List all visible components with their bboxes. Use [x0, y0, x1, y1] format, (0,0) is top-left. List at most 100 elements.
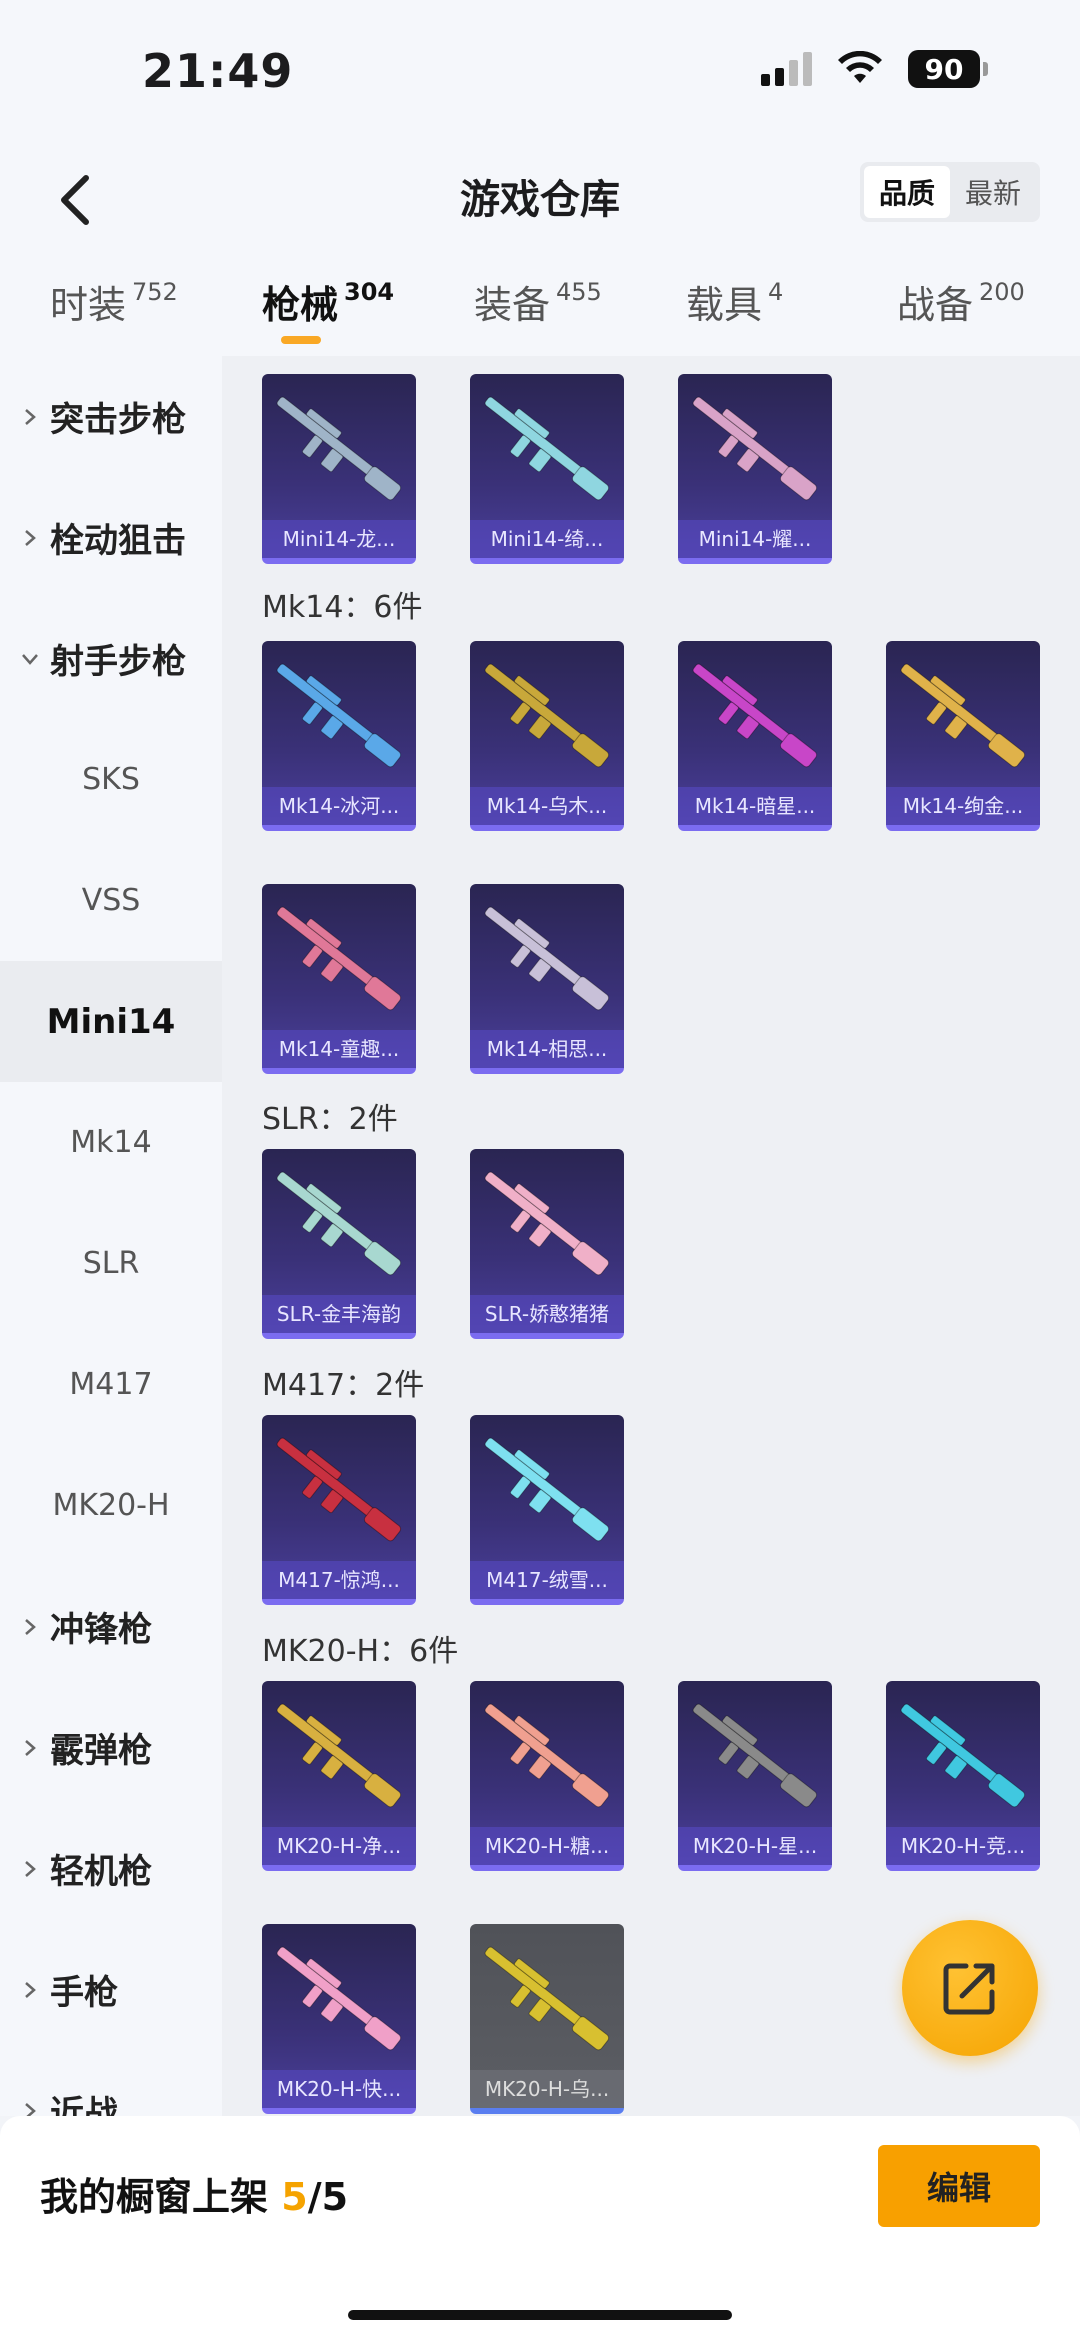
item-name: MK20-H-乌...	[470, 2070, 624, 2108]
tab-supplies[interactable]: 战备 200	[897, 274, 1025, 329]
item-card[interactable]: M417-惊鸿...	[262, 1415, 416, 1605]
rifle-skin-image	[692, 396, 818, 501]
sidebar-item-marksman-rifle[interactable]: 射手步枪	[0, 598, 222, 719]
sidebar-item-shotgun[interactable]: 霰弹枪	[0, 1687, 222, 1808]
item-card[interactable]: Mini14-耀...	[678, 374, 832, 564]
category-tabs: 时装 752 枪械 304 装备 455 载具 4 战备 200	[0, 260, 1080, 356]
item-name: Mk14-暗星...	[678, 787, 832, 825]
item-card[interactable]: Mk14-绚金...	[886, 641, 1040, 831]
item-card[interactable]: Mini14-龙...	[262, 374, 416, 564]
item-name: SLR-金丰海韵	[262, 1295, 416, 1333]
rifle-skin-image	[276, 663, 402, 768]
battery-level: 90	[908, 50, 980, 88]
rifle-skin-image	[484, 396, 610, 501]
rifle-skin-image	[692, 663, 818, 768]
item-name: Mini14-耀...	[678, 520, 832, 558]
chevron-right-icon	[25, 1739, 36, 1756]
chevron-right-icon	[25, 529, 36, 546]
sidebar-item-mk20h[interactable]: MK20-H	[0, 1445, 222, 1566]
sort-toggle: 品质 最新	[860, 162, 1040, 222]
rifle-skin-image	[484, 1703, 610, 1808]
sidebar-item-mini14[interactable]: Mini14	[0, 961, 222, 1082]
share-button[interactable]	[902, 1920, 1038, 2056]
rifle-skin-image	[276, 1946, 402, 2051]
sidebar-item-vss[interactable]: VSS	[0, 840, 222, 961]
tab-equipment[interactable]: 装备 455	[474, 274, 602, 329]
sidebar-item-sks[interactable]: SKS	[0, 719, 222, 840]
sidebar-item-smg[interactable]: 冲锋枪	[0, 1566, 222, 1687]
item-name: MK20-H-快...	[262, 2070, 416, 2108]
section-label-m417: M417：2件	[262, 1368, 425, 1403]
rifle-skin-image	[276, 396, 402, 501]
rifle-skin-image	[276, 1171, 402, 1276]
sort-quality-button[interactable]: 品质	[864, 166, 950, 218]
item-name: Mk14-冰河...	[262, 787, 416, 825]
status-icons: 90	[761, 50, 988, 88]
edit-button[interactable]: 编辑	[878, 2145, 1040, 2227]
item-card[interactable]: MK20-H-星...	[678, 1681, 832, 1871]
item-card[interactable]: Mk14-冰河...	[262, 641, 416, 831]
item-name: Mk14-相思...	[470, 1030, 624, 1068]
item-name: M417-惊鸿...	[262, 1561, 416, 1599]
sort-newest-button[interactable]: 最新	[950, 166, 1036, 218]
section-label-mk20h: MK20-H：6件	[262, 1634, 459, 1669]
status-bar: 21:49 90	[0, 0, 1080, 140]
sidebar-item-lmg[interactable]: 轻机枪	[0, 1808, 222, 1929]
rifle-skin-image	[484, 906, 610, 1011]
section-label-mk14: Mk14：6件	[262, 590, 423, 625]
item-grid: Mini14-龙... Mini14-绮... Mini14-耀... Mk14…	[222, 356, 1080, 2116]
item-card[interactable]: MK20-H-糖...	[470, 1681, 624, 1871]
header: 游戏仓库 品质 最新	[0, 140, 1080, 260]
rifle-skin-image	[484, 1437, 610, 1542]
chevron-right-icon	[25, 1618, 36, 1635]
item-name: M417-绒雪...	[470, 1561, 624, 1599]
section-label-slr: SLR：2件	[262, 1102, 398, 1137]
sidebar-item-bolt-sniper[interactable]: 栓动狙击	[0, 477, 222, 598]
sidebar-item-mk14[interactable]: Mk14	[0, 1082, 222, 1203]
sidebar-item-melee[interactable]: 近战	[0, 2050, 222, 2116]
rifle-skin-image	[900, 663, 1026, 768]
battery-icon: 90	[908, 50, 988, 88]
chevron-right-icon	[25, 408, 36, 425]
item-card[interactable]: MK20-H-净...	[262, 1681, 416, 1871]
sidebar-item-slr[interactable]: SLR	[0, 1203, 222, 1324]
sidebar-item-pistol[interactable]: 手枪	[0, 1929, 222, 2050]
status-time: 21:49	[142, 44, 294, 98]
share-external-icon	[943, 1963, 995, 2015]
item-card[interactable]: Mk14-相思...	[470, 884, 624, 1074]
tab-fashion[interactable]: 时装 752	[50, 274, 178, 329]
tab-guns[interactable]: 枪械 304	[262, 274, 394, 329]
showcase-status: 我的橱窗上架 5/5	[40, 2175, 349, 2219]
tab-vehicles[interactable]: 载具 4	[686, 274, 783, 329]
item-card[interactable]: Mk14-乌木...	[470, 641, 624, 831]
item-card[interactable]: MK20-H-竞...	[886, 1681, 1040, 1871]
sidebar-item-assault-rifle[interactable]: 突击步枪	[0, 356, 222, 477]
item-name: MK20-H-竞...	[886, 1827, 1040, 1865]
chevron-right-icon	[25, 1860, 36, 1877]
item-name: Mk14-童趣...	[262, 1030, 416, 1068]
item-card[interactable]: SLR-金丰海韵	[262, 1149, 416, 1339]
bottom-bar: 我的橱窗上架 5/5 编辑	[0, 2116, 1080, 2341]
item-name: Mini14-龙...	[262, 520, 416, 558]
item-name: MK20-H-净...	[262, 1827, 416, 1865]
sidebar-item-m417[interactable]: M417	[0, 1324, 222, 1445]
rifle-skin-image	[484, 1946, 610, 2051]
item-card[interactable]: Mini14-绮...	[470, 374, 624, 564]
rifle-skin-image	[692, 1703, 818, 1808]
item-card[interactable]: MK20-H-快...	[262, 1924, 416, 2114]
active-tab-indicator	[281, 336, 321, 344]
home-indicator	[348, 2310, 732, 2320]
item-card[interactable]: MK20-H-乌...	[470, 1924, 624, 2114]
item-name: MK20-H-星...	[678, 1827, 832, 1865]
item-card[interactable]: M417-绒雪...	[470, 1415, 624, 1605]
sidebar: 突击步枪 栓动狙击 射手步枪 SKS VSS Mini14 Mk14 SLR M…	[0, 356, 222, 2116]
rifle-skin-image	[276, 1703, 402, 1808]
rifle-skin-image	[276, 1437, 402, 1542]
chevron-right-icon	[25, 2102, 36, 2116]
item-card[interactable]: SLR-娇憨猪猪	[470, 1149, 624, 1339]
wifi-icon	[838, 51, 882, 83]
item-card[interactable]: Mk14-暗星...	[678, 641, 832, 831]
rifle-skin-image	[484, 1171, 610, 1276]
item-card[interactable]: Mk14-童趣...	[262, 884, 416, 1074]
rifle-skin-image	[276, 906, 402, 1011]
